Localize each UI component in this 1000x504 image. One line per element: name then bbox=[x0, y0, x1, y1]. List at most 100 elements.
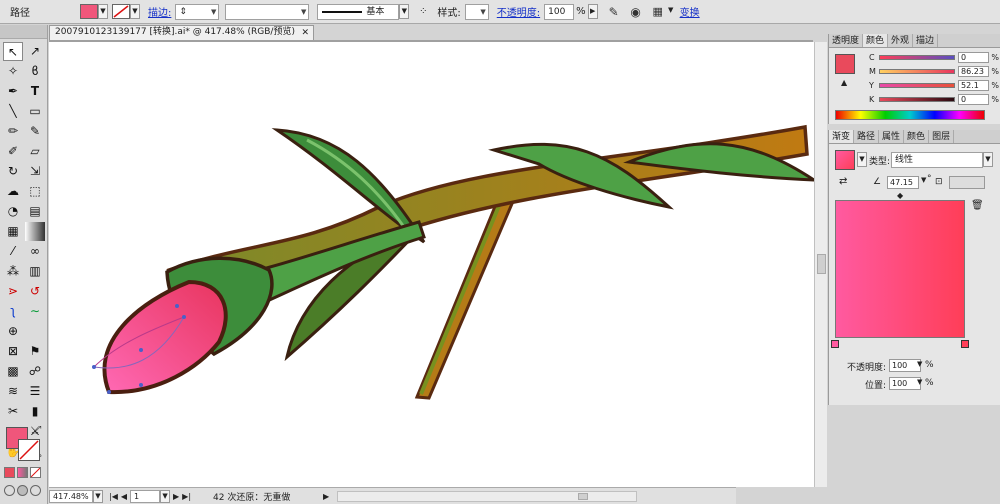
magenta-slider[interactable] bbox=[878, 68, 956, 74]
perspective-grid-tool-icon[interactable]: ▤ bbox=[25, 202, 45, 221]
direct-selection-tool-icon[interactable]: ↗ bbox=[25, 42, 45, 61]
page-dropdown[interactable]: ▼ bbox=[160, 489, 171, 503]
selection-tool-icon[interactable]: ↖ bbox=[3, 42, 23, 61]
scale-tool-icon[interactable]: ⇲ bbox=[25, 162, 45, 181]
rectangle-tool-icon[interactable]: ▭ bbox=[25, 102, 45, 121]
style-swatch[interactable]: ▼ bbox=[464, 3, 489, 20]
tab-color[interactable]: 颜色 bbox=[863, 34, 889, 47]
mesh-tool-icon[interactable]: ▦ bbox=[3, 222, 23, 241]
draw-behind-icon[interactable] bbox=[17, 485, 28, 496]
type-select-arrow[interactable]: ▼ bbox=[983, 152, 993, 167]
swap-icon[interactable]: ⤢ bbox=[34, 425, 41, 435]
opacity-link[interactable]: 不透明度: bbox=[497, 4, 540, 19]
artboard-tool-icon[interactable]: ⊕ bbox=[3, 322, 23, 341]
black-value[interactable]: 0 bbox=[958, 93, 990, 105]
next-page-icon[interactable]: ▶ bbox=[173, 492, 179, 501]
stop-opacity-dropdown[interactable]: ▼ bbox=[917, 360, 922, 368]
fill-swatch[interactable] bbox=[80, 4, 98, 19]
stroke-weight-field[interactable]: ⇕ ▼ bbox=[175, 3, 220, 20]
gradient-mode-icon[interactable] bbox=[17, 467, 28, 478]
blob-brush-tool-icon[interactable]: ✐ bbox=[3, 142, 23, 161]
first-page-icon[interactable]: |◀ bbox=[109, 492, 118, 501]
paintbrush-tool-icon[interactable]: ✏ bbox=[3, 122, 23, 141]
page-field[interactable]: 1 bbox=[130, 489, 161, 503]
envelope-tool-icon[interactable]: ⊠ bbox=[3, 342, 23, 361]
rotate-tool-icon[interactable]: ↻ bbox=[3, 162, 23, 181]
angle-dropdown[interactable]: ▼ bbox=[921, 176, 926, 184]
transform-link[interactable]: 变换 bbox=[680, 4, 700, 19]
artboard-canvas[interactable] bbox=[49, 42, 814, 487]
blend-tool-icon[interactable]: ∞ bbox=[25, 242, 45, 261]
shape-builder-tool-icon[interactable]: ◔ bbox=[3, 202, 23, 221]
stroke-proxy[interactable] bbox=[18, 439, 40, 461]
scroll-thumb[interactable] bbox=[817, 254, 826, 274]
magic-wand-tool-icon[interactable]: ✧ bbox=[3, 62, 23, 81]
color-mode-icon[interactable] bbox=[4, 467, 15, 478]
location-dropdown[interactable]: ▼ bbox=[917, 378, 922, 386]
draw-normal-icon[interactable] bbox=[4, 485, 15, 496]
pencil-tool-icon[interactable]: ✎ bbox=[25, 122, 45, 141]
graph-tool-icon[interactable]: ▮ bbox=[25, 402, 45, 421]
brush-definition-field[interactable]: 基本 bbox=[317, 3, 400, 20]
reverse-gradient-icon[interactable]: ⇄ bbox=[839, 176, 847, 187]
color-spectrum[interactable] bbox=[835, 110, 985, 120]
yellow-slider[interactable] bbox=[878, 82, 956, 88]
variable-width-field[interactable]: ▼ bbox=[225, 3, 310, 20]
current-color-swatch[interactable] bbox=[835, 54, 855, 74]
symbol-sprayer-tool-icon[interactable]: ⁂ bbox=[3, 262, 23, 281]
gradient-stop-start[interactable] bbox=[831, 340, 839, 348]
document-tab[interactable]: 2007910123139177 [转换].ai* @ 417.48% (RGB… bbox=[49, 25, 314, 40]
magenta-value[interactable]: 86.23 bbox=[958, 65, 990, 77]
cloud-tool-icon[interactable]: ☍ bbox=[25, 362, 45, 381]
gradient-preview[interactable] bbox=[835, 200, 965, 338]
tab-attributes[interactable]: 属性 bbox=[879, 130, 905, 143]
chart-tool-icon[interactable]: ▩ bbox=[3, 362, 23, 381]
tab-stroke[interactable]: 描边 bbox=[913, 34, 939, 47]
gradient-preview-swatch[interactable] bbox=[835, 150, 855, 170]
tab-color-2[interactable]: 颜色 bbox=[904, 130, 930, 143]
eyedropper-tool-icon[interactable]: ⁄ bbox=[3, 242, 23, 261]
draw-inside-icon[interactable] bbox=[30, 485, 41, 496]
reshape-tool-icon[interactable]: ↺ bbox=[25, 282, 45, 301]
gradient-tool-icon[interactable]: ■ bbox=[25, 222, 45, 241]
status-menu-icon[interactable]: ▶ bbox=[323, 492, 329, 501]
fill-stroke-widget[interactable]: ⤢ bbox=[6, 425, 42, 463]
tab-paths[interactable]: 路径 bbox=[854, 130, 880, 143]
last-page-icon[interactable]: ▶| bbox=[182, 492, 191, 501]
tab-layers[interactable]: 图层 bbox=[929, 130, 955, 143]
type-tool-icon[interactable]: T bbox=[25, 82, 45, 101]
close-tab-icon[interactable]: ✕ bbox=[301, 27, 309, 40]
yellow-value[interactable]: 52.1 bbox=[958, 79, 990, 91]
tools-grip[interactable] bbox=[0, 25, 47, 39]
midpoint-marker[interactable]: ◆ bbox=[897, 191, 903, 200]
lasso-tool-icon[interactable]: ϐ bbox=[25, 62, 45, 81]
gradient-swatch-dropdown[interactable]: ▼ bbox=[857, 152, 867, 167]
h-scroll-thumb[interactable] bbox=[578, 492, 589, 500]
smooth-tool-icon[interactable]: ∼ bbox=[25, 302, 45, 321]
opacity-dropdown[interactable]: ▶ bbox=[587, 4, 598, 19]
cyan-slider[interactable] bbox=[878, 54, 956, 60]
type-select[interactable]: 线性 bbox=[891, 152, 983, 168]
stroke-link[interactable]: 描边: bbox=[148, 4, 171, 19]
delete-stop-icon[interactable]: 🗑︎ bbox=[971, 200, 984, 211]
tab-transparency[interactable]: 透明度 bbox=[829, 34, 864, 47]
tab-gradient[interactable]: 渐变 bbox=[829, 130, 855, 143]
stroke-swatch[interactable] bbox=[112, 4, 130, 19]
line-tool-icon[interactable]: ╲ bbox=[3, 102, 23, 121]
graphic-style-icon[interactable]: ⁘ bbox=[415, 4, 431, 20]
recolor-icon[interactable]: ✎ bbox=[606, 4, 622, 20]
vertical-scrollbar[interactable] bbox=[814, 42, 827, 487]
warp-tool-icon[interactable]: ☁ bbox=[3, 182, 23, 201]
none-mode-icon[interactable] bbox=[30, 467, 41, 478]
angle-input[interactable]: 47.15 bbox=[887, 176, 919, 189]
align-icon[interactable]: ▦ bbox=[650, 4, 666, 20]
eyedropper-2-tool-icon[interactable]: ✂ bbox=[3, 402, 23, 421]
fill-dropdown[interactable]: ▼ bbox=[98, 4, 108, 19]
width-tool-icon[interactable]: ⋗ bbox=[3, 282, 23, 301]
globe-icon[interactable]: ◉ bbox=[628, 4, 644, 20]
column-graph-tool-icon[interactable]: ▥ bbox=[25, 262, 45, 281]
gradient-stop-end[interactable] bbox=[961, 340, 969, 348]
list-tool-icon[interactable]: ☰ bbox=[25, 382, 45, 401]
zoom-field[interactable]: 417.48% bbox=[49, 489, 93, 503]
free-transform-tool-icon[interactable]: ⬚ bbox=[25, 182, 45, 201]
